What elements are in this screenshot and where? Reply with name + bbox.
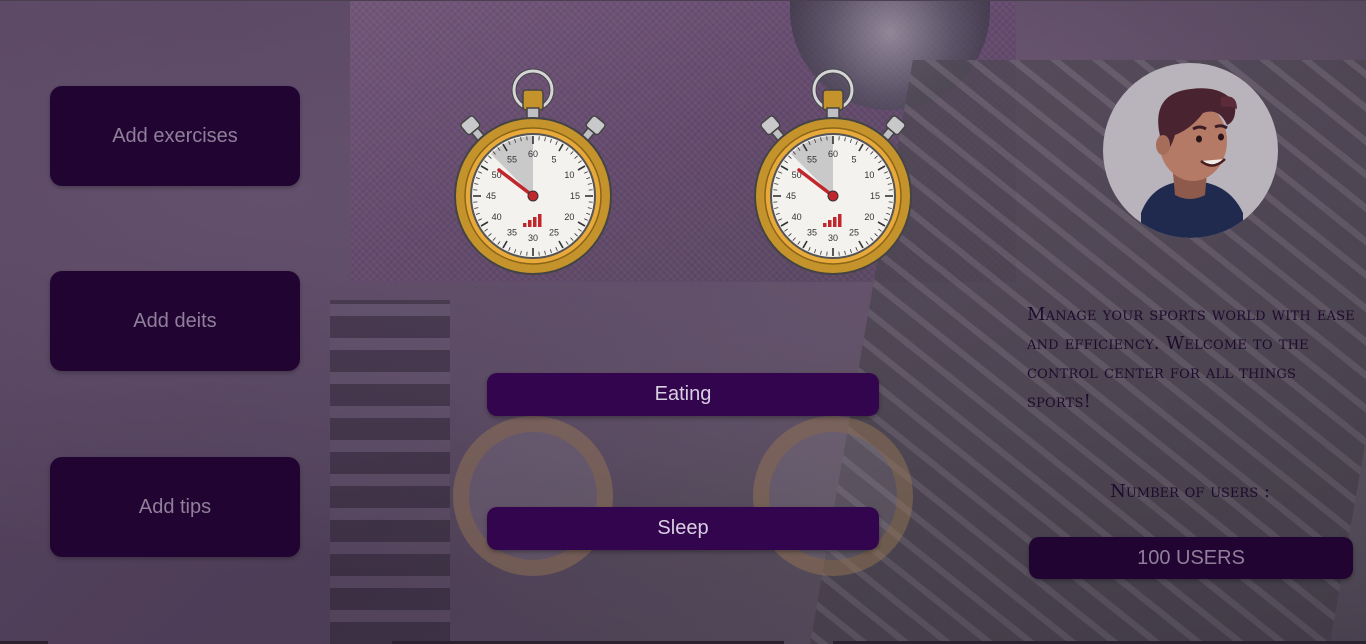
- svg-text:10: 10: [864, 170, 874, 180]
- sleep-button[interactable]: Sleep: [487, 507, 879, 550]
- svg-text:20: 20: [564, 212, 574, 222]
- svg-text:35: 35: [807, 227, 817, 237]
- svg-text:45: 45: [486, 191, 496, 201]
- svg-text:40: 40: [792, 212, 802, 222]
- top-border: [0, 0, 1366, 1]
- users-count-label: Number of users :: [1110, 481, 1270, 502]
- add-exercises-button[interactable]: Add exercises: [50, 86, 300, 186]
- svg-text:15: 15: [870, 191, 880, 201]
- svg-text:15: 15: [570, 191, 580, 201]
- add-diets-button[interactable]: Add deits: [50, 271, 300, 371]
- svg-text:55: 55: [507, 155, 517, 165]
- user-avatar-icon: [1103, 63, 1278, 238]
- svg-text:55: 55: [807, 155, 817, 165]
- svg-text:25: 25: [549, 227, 559, 237]
- svg-text:60: 60: [528, 149, 538, 159]
- svg-text:25: 25: [849, 227, 859, 237]
- svg-text:30: 30: [528, 233, 538, 243]
- svg-text:40: 40: [492, 212, 502, 222]
- svg-text:35: 35: [507, 227, 517, 237]
- stopwatch-icon: 60510152025303540455055: [454, 68, 612, 275]
- eating-button[interactable]: Eating: [487, 373, 879, 416]
- svg-text:5: 5: [851, 155, 856, 165]
- welcome-text: Manage your sports world with ease and e…: [1027, 304, 1355, 412]
- svg-text:5: 5: [551, 155, 556, 165]
- svg-text:60: 60: [828, 149, 838, 159]
- add-tips-button[interactable]: Add tips: [50, 457, 300, 557]
- svg-text:45: 45: [786, 191, 796, 201]
- stopwatch-icon: 60510152025303540455055: [754, 68, 912, 275]
- svg-text:20: 20: [864, 212, 874, 222]
- users-count-badge: 100 USERS: [1029, 537, 1353, 579]
- svg-text:30: 30: [828, 233, 838, 243]
- svg-text:10: 10: [564, 170, 574, 180]
